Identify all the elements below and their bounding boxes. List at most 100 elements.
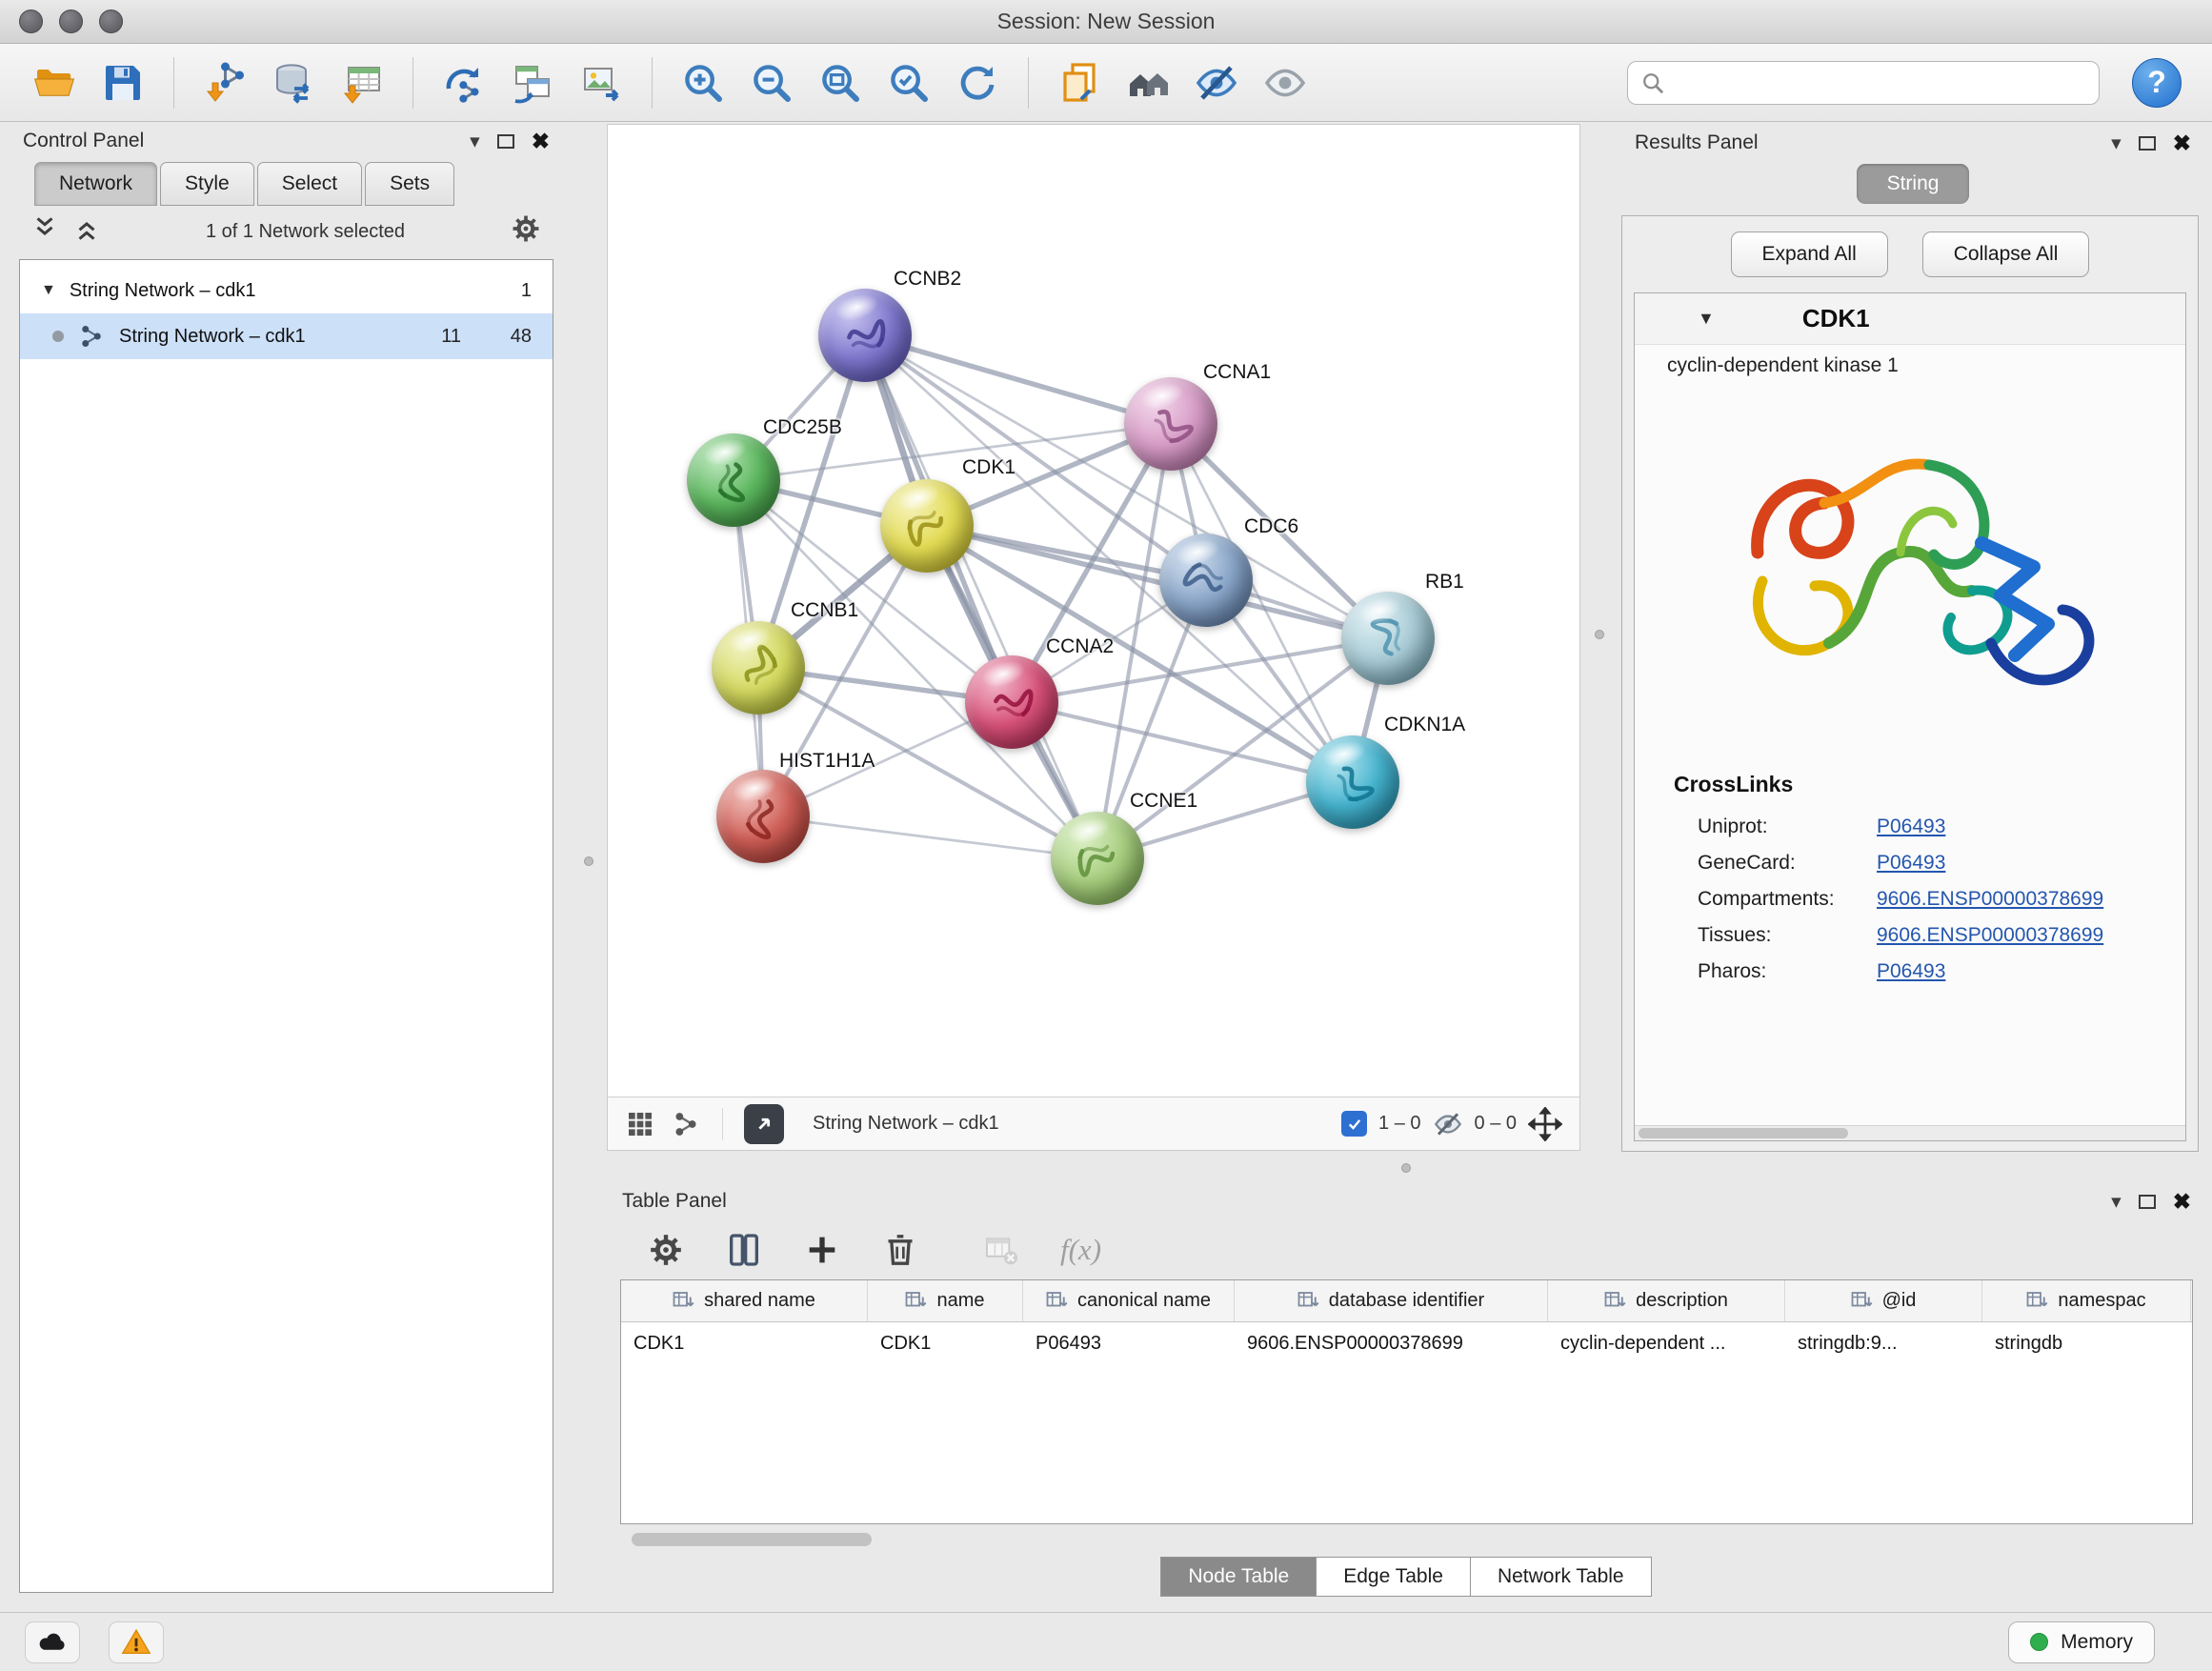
table-cell[interactable]: cyclin-dependent ... xyxy=(1548,1322,1785,1364)
table-row[interactable]: CDK1CDK1P064939606.ENSP00000378699cyclin… xyxy=(621,1322,2192,1364)
column-header-shared-name[interactable]: shared name xyxy=(621,1280,868,1321)
network-canvas[interactable]: CCNB2CCNA1CDC25BCDK1CDC6RB1CCNB1CCNA2CDK… xyxy=(608,125,1579,1097)
vertical-splitter-handle[interactable] xyxy=(584,856,593,866)
column-header-namespac[interactable]: namespac xyxy=(1982,1280,2191,1321)
search-field[interactable] xyxy=(1627,61,2100,105)
zoom-out-button[interactable] xyxy=(742,53,801,112)
zoom-window-button[interactable] xyxy=(99,10,123,33)
panel-float-icon[interactable] xyxy=(497,134,514,149)
network-node-cdk1[interactable] xyxy=(880,479,974,573)
column-header-database-identifier[interactable]: database identifier xyxy=(1235,1280,1548,1321)
panel-float-icon[interactable] xyxy=(2139,136,2156,151)
table-cell[interactable]: stringdb:9... xyxy=(1785,1322,1982,1364)
table-cell[interactable]: CDK1 xyxy=(868,1322,1023,1364)
horizontal-splitter-handle[interactable] xyxy=(1401,1163,1411,1173)
crosslink-link[interactable]: P06493 xyxy=(1877,852,1945,875)
protein-card-header[interactable]: ▼ CDK1 xyxy=(1635,293,2185,345)
panel-close-icon[interactable]: ✖ xyxy=(532,131,550,152)
network-node-cdc6[interactable] xyxy=(1159,534,1253,627)
table-horizontal-scrollbar[interactable] xyxy=(620,1530,2193,1549)
network-row[interactable]: String Network – cdk1 11 48 xyxy=(20,313,553,359)
collapse-groups-button[interactable] xyxy=(30,214,59,249)
crosslink-link[interactable]: 9606.ENSP00000378699 xyxy=(1877,924,2103,947)
network-node-ccna2[interactable] xyxy=(965,655,1058,749)
save-session-button[interactable] xyxy=(93,53,152,112)
column-header-canonical-name[interactable]: canonical name xyxy=(1023,1280,1235,1321)
crosslink-link[interactable]: P06493 xyxy=(1877,815,1945,838)
tab-network[interactable]: Network xyxy=(34,162,157,206)
vertical-splitter-handle[interactable] xyxy=(1595,630,1604,639)
panel-collapse-icon[interactable]: ▾ xyxy=(2111,131,2122,155)
network-node-ccnb2[interactable] xyxy=(818,289,912,382)
network-node-cdkn1a[interactable] xyxy=(1306,735,1399,829)
new-network-button[interactable] xyxy=(434,53,493,112)
network-node-ccna1[interactable] xyxy=(1124,377,1217,471)
import-table-button[interactable] xyxy=(332,53,392,112)
pan-mode-button[interactable] xyxy=(1528,1107,1562,1141)
crosslink-link[interactable]: P06493 xyxy=(1877,960,1945,983)
column-header--id[interactable]: @id xyxy=(1785,1280,1982,1321)
table-cell[interactable]: stringdb xyxy=(1982,1322,2191,1364)
function-builder-button[interactable]: f(x) xyxy=(1060,1233,1101,1267)
network-node-hist1h1a[interactable] xyxy=(716,770,810,863)
tab-sets[interactable]: Sets xyxy=(365,162,454,206)
refresh-layout-button[interactable] xyxy=(948,53,1007,112)
tab-style[interactable]: Style xyxy=(160,162,254,206)
panel-close-icon[interactable]: ✖ xyxy=(2173,1191,2191,1213)
panel-close-icon[interactable]: ✖ xyxy=(2173,132,2191,154)
show-columns-button[interactable] xyxy=(725,1231,763,1269)
panel-collapse-icon[interactable]: ▾ xyxy=(470,130,480,153)
clear-table-button[interactable] xyxy=(982,1231,1020,1269)
tab-string[interactable]: String xyxy=(1857,164,1970,204)
collapse-all-button[interactable]: Collapse All xyxy=(1922,232,2090,277)
scrollbar-thumb[interactable] xyxy=(632,1533,872,1546)
birdseye-button[interactable] xyxy=(1118,53,1177,112)
column-header-name[interactable]: name xyxy=(868,1280,1023,1321)
detach-view-button[interactable] xyxy=(744,1104,784,1144)
import-network-database-button[interactable] xyxy=(264,53,323,112)
tab-node-table[interactable]: Node Table xyxy=(1160,1557,1317,1597)
help-button[interactable]: ? xyxy=(2132,58,2182,108)
crosslink-link[interactable]: 9606.ENSP00000378699 xyxy=(1877,888,2103,911)
tab-edge-table[interactable]: Edge Table xyxy=(1316,1557,1471,1597)
search-input[interactable] xyxy=(1674,71,2087,93)
add-column-button[interactable] xyxy=(803,1231,841,1269)
expand-all-button[interactable]: Expand All xyxy=(1731,232,1888,277)
export-image-button[interactable] xyxy=(572,53,631,112)
network-node-ccnb1[interactable] xyxy=(712,621,805,715)
table-cell[interactable]: 9606.ENSP00000378699 xyxy=(1235,1322,1548,1364)
results-scrollbar[interactable] xyxy=(1635,1125,2185,1140)
network-node-ccne1[interactable] xyxy=(1051,812,1144,905)
network-node-rb1[interactable] xyxy=(1341,592,1435,685)
network-options-button[interactable] xyxy=(510,212,542,251)
show-all-button[interactable] xyxy=(1256,53,1315,112)
zoom-fit-button[interactable] xyxy=(811,53,870,112)
clone-network-button[interactable] xyxy=(503,53,562,112)
tab-select[interactable]: Select xyxy=(257,162,362,206)
import-network-file-button[interactable] xyxy=(195,53,254,112)
network-node-cdc25b[interactable] xyxy=(687,433,780,527)
zoom-in-button[interactable] xyxy=(674,53,733,112)
open-session-button[interactable] xyxy=(25,53,84,112)
annotation-button[interactable] xyxy=(1050,53,1109,112)
delete-column-button[interactable] xyxy=(881,1231,919,1269)
zoom-selected-button[interactable] xyxy=(879,53,938,112)
close-window-button[interactable] xyxy=(19,10,43,33)
memory-button[interactable]: Memory xyxy=(2008,1621,2155,1663)
scrollbar-thumb[interactable] xyxy=(1639,1128,1848,1138)
network-collection-row[interactable]: ▼ String Network – cdk1 1 xyxy=(20,268,553,313)
warnings-button[interactable] xyxy=(109,1621,164,1663)
cloud-status-button[interactable] xyxy=(25,1621,80,1663)
hide-selected-button[interactable] xyxy=(1187,53,1246,112)
collapse-caret-icon[interactable]: ▼ xyxy=(1698,309,1715,329)
grid-view-button[interactable] xyxy=(625,1109,655,1139)
column-header-description[interactable]: description xyxy=(1548,1280,1785,1321)
expand-groups-button[interactable] xyxy=(72,214,101,249)
panel-collapse-icon[interactable]: ▾ xyxy=(2111,1190,2122,1214)
table-cell[interactable]: CDK1 xyxy=(621,1322,868,1364)
panel-float-icon[interactable] xyxy=(2139,1195,2156,1209)
selected-indicator-checkbox[interactable] xyxy=(1341,1111,1367,1137)
table-settings-button[interactable] xyxy=(647,1231,685,1269)
network-overview-button[interactable] xyxy=(671,1109,701,1139)
tree-expand-caret[interactable]: ▼ xyxy=(41,282,56,299)
